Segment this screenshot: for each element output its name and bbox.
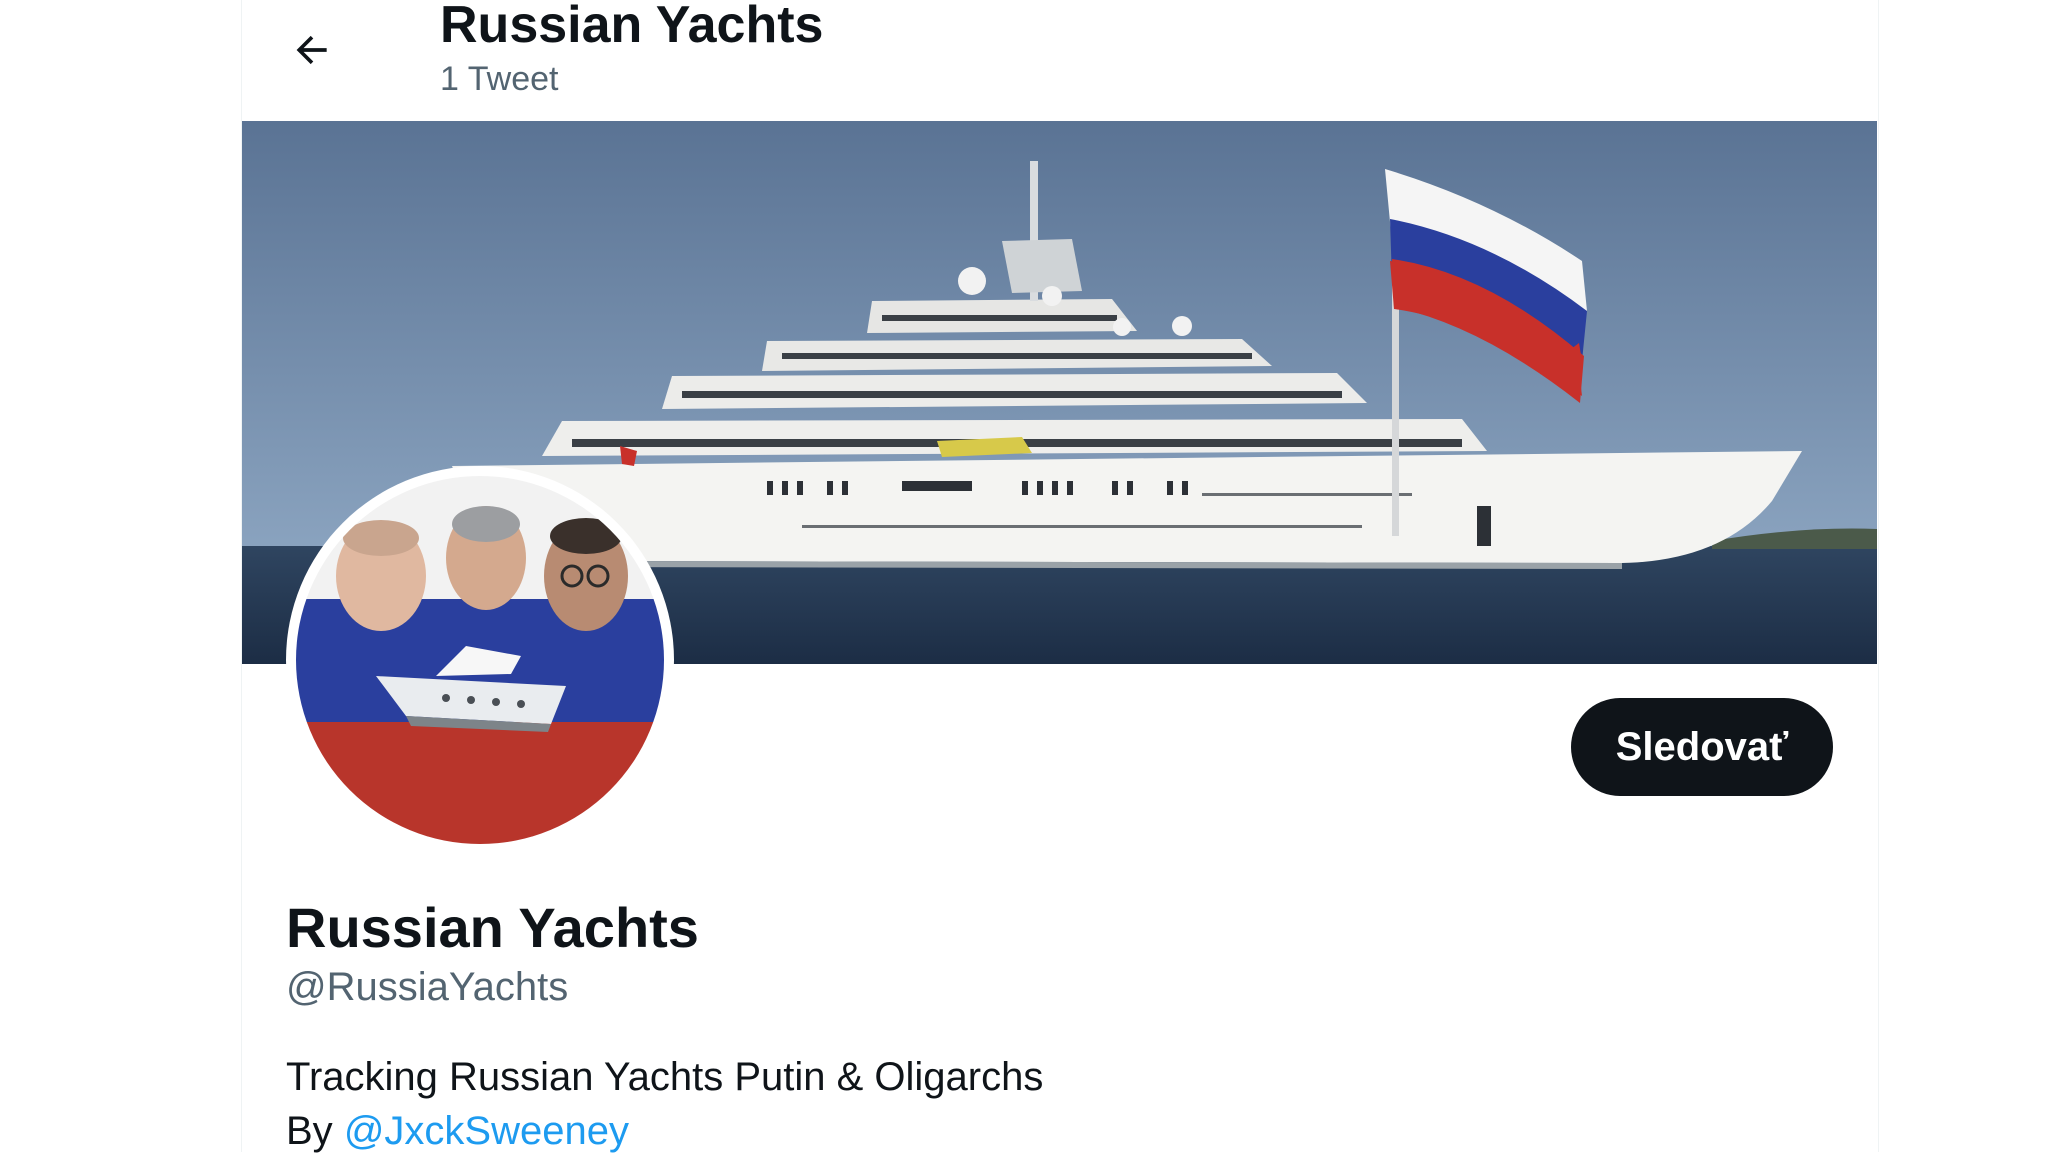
- profile-column: Russian Yachts 1 Tweet Sledovať Russian …: [241, 0, 1879, 1153]
- header-tweet-count: 1 Tweet: [440, 60, 559, 98]
- profile-avatar[interactable]: [286, 466, 674, 854]
- back-button[interactable]: [282, 20, 342, 80]
- header-title: Russian Yachts: [440, 0, 824, 54]
- bio-mention-link[interactable]: @JxckSweeney: [344, 1109, 629, 1153]
- avatar-image: [296, 476, 664, 844]
- arrow-left-icon: [296, 35, 327, 65]
- follow-button[interactable]: Sledovať: [1571, 698, 1833, 796]
- profile-header-bar: Russian Yachts 1 Tweet: [242, 0, 1878, 120]
- profile-bio: Tracking Russian Yachts Putin & Oligarch…: [286, 1055, 1044, 1099]
- profile-bio-credit: By @JxckSweeney: [286, 1104, 629, 1158]
- profile-handle: @RussiaYachts: [286, 965, 569, 1009]
- profile-display-name: Russian Yachts: [286, 896, 699, 959]
- bio-by-text: By: [286, 1109, 333, 1153]
- right-margin: [1960, 0, 2048, 1152]
